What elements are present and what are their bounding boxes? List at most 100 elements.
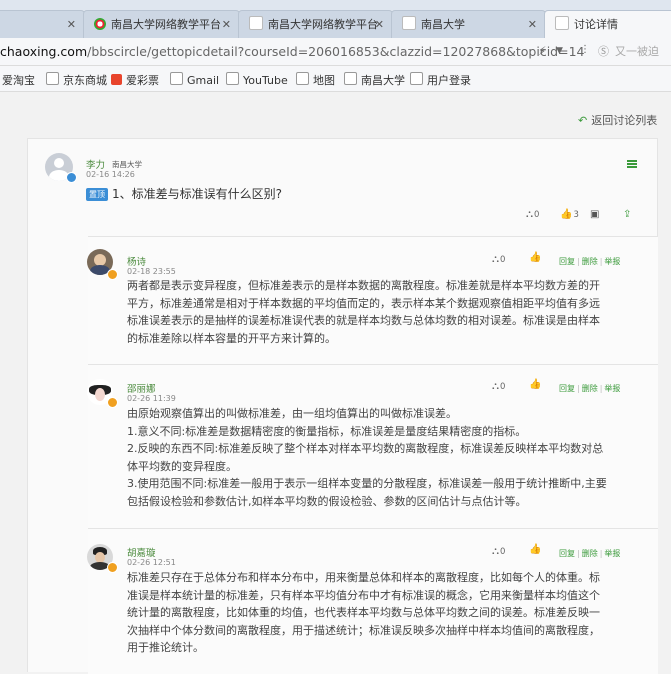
reply-line: 由原始观察值算出的叫做标准差，由一组均值算出的叫做标准误差。 — [127, 407, 457, 420]
folder-icon — [226, 72, 239, 85]
menu-icon[interactable] — [627, 160, 637, 168]
folder-icon — [344, 72, 357, 85]
tab-discussion-detail[interactable]: 讨论详情 — [544, 10, 671, 38]
reply-author[interactable]: 邵丽娜 — [127, 381, 156, 395]
divider: | — [599, 384, 603, 393]
bookmark-label: 用户登录 — [427, 74, 471, 87]
folder-icon — [296, 72, 309, 85]
page-favicon-icon — [249, 16, 263, 30]
tab-label: 南昌大学网络教学平台 — [111, 18, 221, 31]
bookmark-item[interactable]: 地图 — [296, 72, 335, 88]
delete-button[interactable]: 删除 — [582, 384, 598, 393]
divider: | — [577, 549, 580, 558]
view-count-value: 0 — [534, 210, 540, 220]
reply-line: 平方，标准差通常是相对于样本数据的平均值而定的，表示样本某个数据观察值相距平均值… — [127, 296, 600, 310]
lightning-icon[interactable]: ⚡ — [538, 44, 546, 58]
reply-author[interactable]: 胡嘉璇 — [127, 545, 156, 559]
view-count[interactable]: ⛬0 — [492, 381, 505, 392]
divider: | — [577, 384, 580, 393]
tab-nchu-platform-2[interactable]: 南昌大学网络教学平台 ✕ — [238, 10, 393, 38]
bookmark-label: 南昌大学 — [361, 74, 405, 87]
reply-button[interactable]: 回复 — [559, 549, 575, 558]
comment-button[interactable]: ▣ — [590, 209, 600, 220]
url-host: chaoxing.com — [0, 44, 88, 59]
share-icon[interactable]: ⋮ — [580, 44, 590, 55]
bookmark-label: 京东商城 — [63, 74, 107, 87]
view-icon: ⛬ — [492, 381, 499, 392]
reply-actions: 回复 | 删除 | 举报 — [559, 383, 622, 394]
url-text[interactable]: chaoxing.com/bbscircle/gettopicdetail?co… — [0, 44, 585, 59]
view-count[interactable]: ⛬0 — [492, 546, 505, 557]
bookmark-label: YouTube — [243, 74, 288, 87]
report-button[interactable]: 举报 — [604, 549, 620, 558]
tab-blank[interactable]: ✕ — [0, 10, 85, 38]
bookmark-item[interactable]: 爱淘宝 — [2, 72, 35, 88]
reply-button[interactable]: 回复 — [559, 257, 575, 266]
like-icon: 👍 — [560, 209, 573, 220]
divider: | — [577, 257, 580, 266]
close-tab-icon[interactable]: ✕ — [528, 11, 537, 38]
reply-line: 2.反映的东西不同:标准差反映了整个样本对样本平均数的离散程度，标准误差反映样本… — [127, 442, 604, 455]
pinned-tag: 置顶 — [86, 188, 108, 201]
close-tab-icon[interactable]: ✕ — [222, 11, 231, 38]
report-button[interactable]: 举报 — [604, 384, 620, 393]
tab-label: 南昌大学 — [421, 18, 465, 31]
report-button[interactable]: 举报 — [604, 257, 620, 266]
search-icon: Ⓢ — [598, 45, 609, 58]
reply-time: 02-26 11:39 — [127, 394, 176, 403]
view-icon: ⛬ — [526, 209, 533, 220]
reply-line: 3.使用范围不同:标准差一般用于表示一组样本变量的分散程度，标准误差一般用于统计… — [127, 477, 607, 490]
page-favicon-icon — [555, 16, 569, 30]
url-path: /bbscircle/gettopicdetail?courseId=20601… — [87, 44, 585, 59]
view-count[interactable]: ⛬0 — [526, 209, 539, 220]
topic-school: 南昌大学 — [112, 160, 142, 169]
like-icon[interactable]: 👍 — [529, 252, 541, 263]
bookmark-item[interactable]: 用户登录 — [410, 72, 471, 88]
tab-label: 讨论详情 — [574, 18, 618, 31]
bookmark-item[interactable]: 爱彩票 — [111, 72, 159, 88]
bookmark-item[interactable]: Gmail — [170, 72, 219, 87]
reply-item: 胡嘉璇 02-26 12:51 ⛬0 👍 回复 | 删除 | 举报 标准差只存在于总体分… — [87, 528, 658, 674]
topic-author[interactable]: 李力 — [86, 157, 105, 171]
like-icon[interactable]: 👍 — [529, 544, 541, 555]
dropdown-arrow-icon[interactable]: ▼ — [556, 46, 563, 56]
tab-nchu[interactable]: 南昌大学 ✕ — [391, 10, 546, 38]
bookmark-item[interactable]: 京东商城 — [46, 72, 107, 88]
reply-author[interactable]: 杨诗 — [127, 254, 146, 268]
like-count[interactable]: 👍3 — [560, 209, 579, 220]
folder-icon — [170, 72, 183, 85]
back-link-label: 返回讨论列表 — [591, 114, 658, 127]
reply-body: 标准差只存在于总体分布和样本分布中，用来衡量总体和样本的离散程度，比如每个人的体… — [127, 569, 639, 657]
tab-nchu-platform-1[interactable]: 南昌大学网络教学平台 ✕ — [83, 10, 240, 38]
bookmark-item[interactable]: YouTube — [226, 72, 288, 87]
reply-body: 两者都是表示变异程度，但标准差表示的是样本数据的离散程度。标准差就是样本平均数方… — [127, 277, 639, 347]
reply-button[interactable]: 回复 — [559, 384, 575, 393]
browser-tab-bar: ✕ 南昌大学网络教学平台 ✕ 南昌大学网络教学平台 ✕ 南昌大学 ✕ 讨论详情 — [0, 0, 671, 38]
divider: | — [599, 257, 603, 266]
share-button[interactable]: ⇪ — [623, 209, 632, 220]
view-count-value: 0 — [500, 547, 506, 557]
reply-line: 标准误差表示的是抽样的误差标准误代表的就是样本均数与总体均数的相对误差。标准误是… — [127, 314, 600, 327]
view-icon: ⛬ — [492, 254, 499, 265]
address-bar[interactable]: chaoxing.com/bbscircle/gettopicdetail?co… — [0, 38, 671, 66]
back-arrow-icon: ↶ — [578, 114, 588, 127]
bookmark-item[interactable]: 南昌大学 — [344, 72, 405, 88]
delete-button[interactable]: 删除 — [582, 549, 598, 558]
page-favicon-icon — [402, 16, 416, 30]
view-count[interactable]: ⛬0 — [492, 254, 505, 265]
close-tab-icon[interactable]: ✕ — [375, 11, 384, 38]
delete-button[interactable]: 删除 — [582, 257, 598, 266]
reply-line: 两者都是表示变异程度，但标准差表示的是样本数据的离散程度。标准差就是样本平均数方… — [127, 279, 600, 292]
search-box[interactable]: Ⓢ 又一被迫 — [598, 42, 671, 62]
reply-time: 02-26 12:51 — [127, 558, 176, 567]
topic-title: 1、标准差与标准误有什么区别? — [112, 187, 283, 201]
reply-actions: 回复 | 删除 | 举报 — [559, 256, 622, 267]
reply-actions: 回复 | 删除 | 举报 — [559, 548, 622, 559]
reply-line: 用于推论统计。 — [127, 641, 204, 654]
view-icon: ⛬ — [492, 546, 499, 557]
close-tab-icon[interactable]: ✕ — [67, 11, 76, 38]
bookmark-label: 爱淘宝 — [2, 74, 35, 87]
topic-time: 02-16 14:26 — [86, 170, 135, 179]
back-to-list-link[interactable]: ↶ 返回讨论列表 — [578, 112, 657, 128]
like-icon[interactable]: 👍 — [529, 379, 541, 390]
